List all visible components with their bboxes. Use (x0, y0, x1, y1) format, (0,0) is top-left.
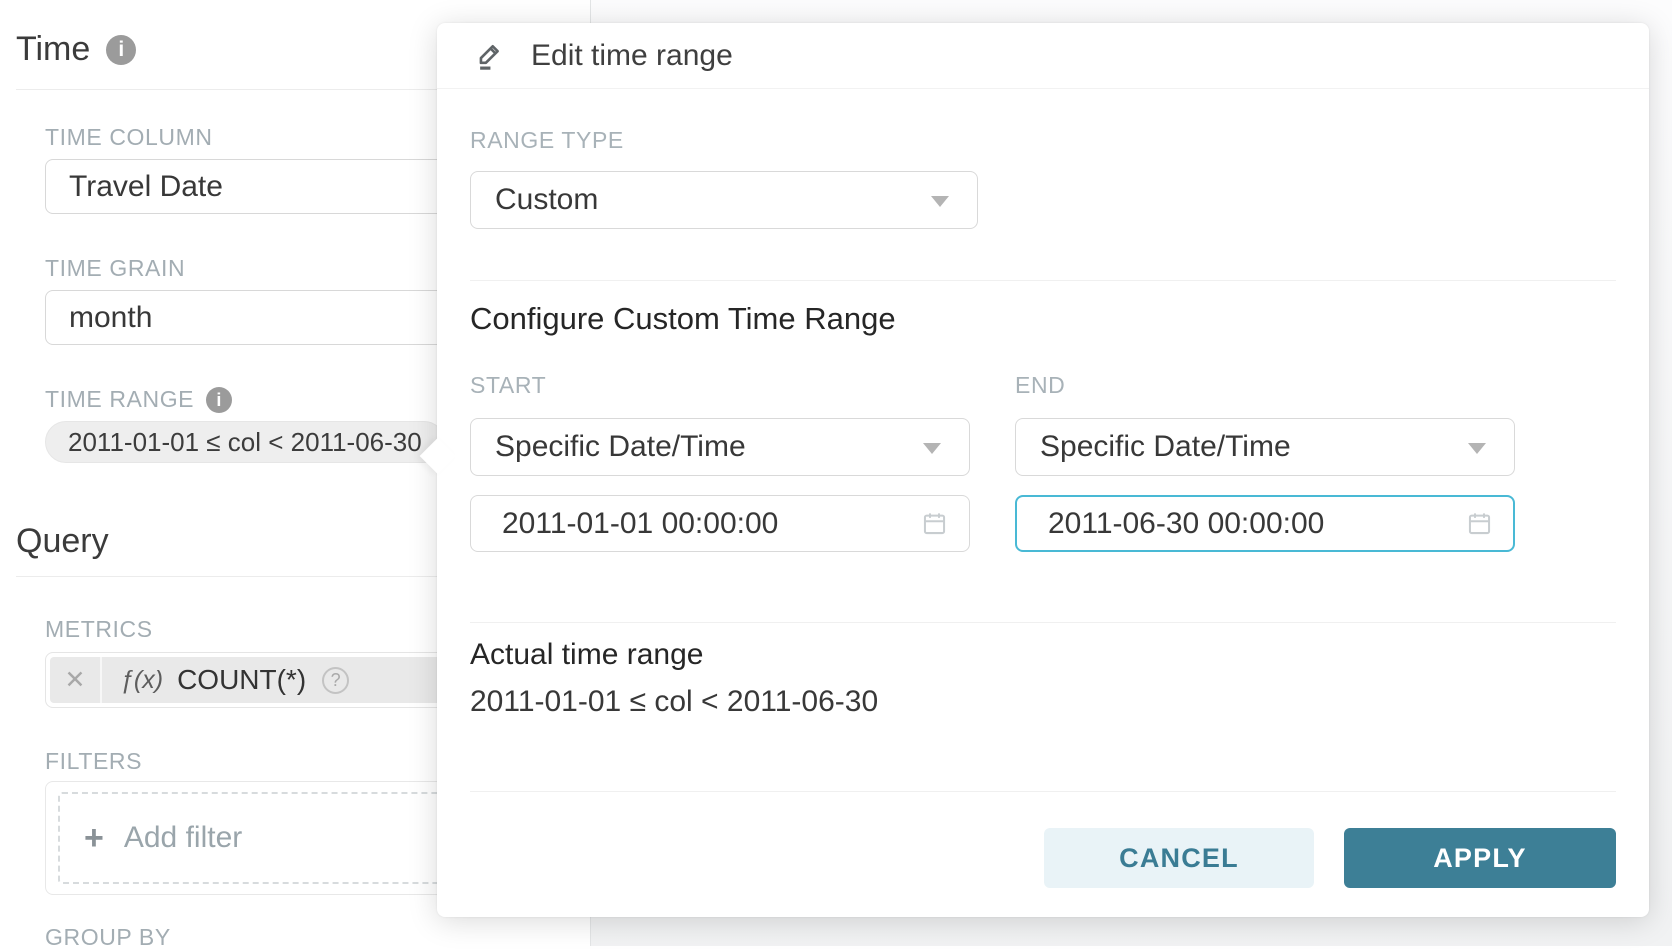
actual-time-range-value: 2011-01-01 ≤ col < 2011-06-30 (470, 685, 878, 719)
time-section-title: Time (16, 30, 90, 69)
time-column-label: TIME COLUMN (45, 124, 213, 151)
time-section-header: Time i (16, 30, 136, 69)
time-grain-label: TIME GRAIN (45, 255, 185, 282)
start-mode-value: Specific Date/Time (495, 430, 746, 463)
configure-heading: Configure Custom Time Range (470, 301, 896, 337)
metric-name: COUNT(*) (177, 664, 306, 696)
start-datetime-input[interactable] (470, 495, 970, 552)
add-filter-label: Add filter (124, 821, 242, 855)
time-column-value: Travel Date (69, 170, 223, 203)
time-range-pill[interactable]: 2011-01-01 ≤ col < 2011-06-30 (45, 421, 445, 463)
range-type-value: Custom (495, 183, 598, 216)
popover-header: Edit time range (437, 23, 1649, 89)
time-grain-value: month (69, 301, 152, 334)
start-label: START (470, 372, 546, 399)
query-section-title: Query (16, 522, 109, 561)
start-mode-select[interactable]: Specific Date/Time (470, 418, 970, 476)
end-mode-select[interactable]: Specific Date/Time (1015, 418, 1515, 476)
divider (470, 622, 1616, 623)
end-mode-value: Specific Date/Time (1040, 430, 1291, 463)
filters-label: FILTERS (45, 748, 142, 775)
divider (470, 280, 1616, 281)
end-datetime-wrap (1015, 495, 1515, 552)
group-by-label: GROUP BY (45, 924, 171, 951)
divider (470, 791, 1616, 792)
help-icon[interactable]: ? (322, 667, 349, 694)
query-section-header: Query (16, 522, 109, 561)
range-type-label: RANGE TYPE (470, 127, 624, 154)
end-datetime-input[interactable] (1015, 495, 1515, 552)
popover-title: Edit time range (531, 39, 733, 73)
start-datetime-wrap (470, 495, 970, 552)
time-range-label: TIME RANGE i (45, 386, 232, 413)
actual-time-range-heading: Actual time range (470, 638, 703, 672)
chevron-down-icon (931, 196, 949, 207)
metrics-label: METRICS (45, 616, 153, 643)
edit-pencil-icon (475, 40, 507, 72)
end-label: END (1015, 372, 1065, 399)
info-icon[interactable]: i (206, 387, 232, 413)
range-type-select[interactable]: Custom (470, 171, 978, 229)
chevron-down-icon (923, 443, 941, 454)
apply-button[interactable]: APPLY (1344, 828, 1616, 888)
fx-icon: ƒ(x) (120, 666, 163, 695)
chevron-down-icon (1468, 443, 1486, 454)
remove-metric-icon[interactable]: ✕ (50, 657, 102, 703)
cancel-button[interactable]: CANCEL (1044, 828, 1314, 888)
edit-time-range-popover: Edit time range RANGE TYPE Custom Config… (437, 23, 1649, 917)
info-icon[interactable]: i (106, 35, 136, 65)
plus-icon: + (84, 821, 104, 855)
